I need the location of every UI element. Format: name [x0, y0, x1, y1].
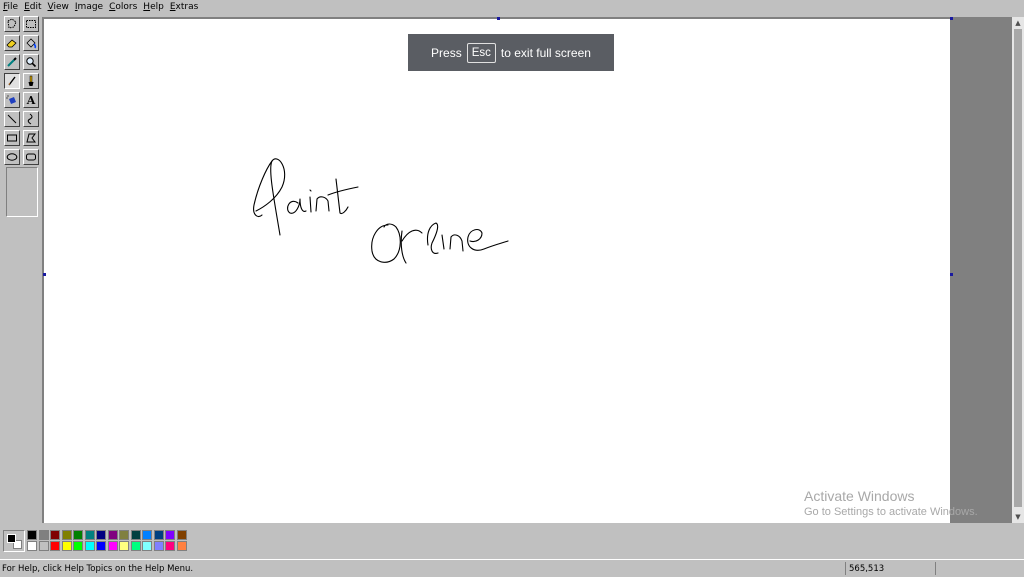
menu-help[interactable]: Help	[140, 0, 167, 15]
tool-polygon[interactable]	[23, 130, 39, 146]
color-swatch[interactable]	[84, 530, 95, 540]
color-swatch[interactable]	[130, 530, 141, 540]
color-swatch[interactable]	[176, 541, 187, 551]
status-help-text: For Help, click Help Topics on the Help …	[2, 564, 194, 574]
rounded-rectangle-icon	[26, 153, 36, 161]
rect-select-icon	[26, 20, 36, 28]
resize-handle-left[interactable]	[43, 273, 46, 276]
resize-handle-top-right[interactable]	[950, 17, 953, 20]
menu-file[interactable]: File	[0, 0, 21, 15]
tool-airbrush[interactable]	[4, 92, 20, 108]
color-swatch[interactable]	[73, 541, 83, 551]
foreground-color	[7, 534, 16, 543]
scroll-up-button[interactable]: ▲	[1012, 17, 1024, 29]
tool-curve[interactable]	[23, 111, 39, 127]
menu-extras[interactable]: Extras	[167, 0, 201, 15]
arrow-up-icon: ▲	[1015, 19, 1021, 27]
activate-windows-watermark: Activate Windows Go to Settings to activ…	[804, 487, 978, 520]
watermark-title: Activate Windows	[804, 488, 915, 504]
resize-handle-right[interactable]	[950, 273, 953, 276]
free-form-select-icon	[7, 18, 17, 29]
status-bar: For Help, click Help Topics on the Help …	[0, 559, 1024, 577]
tool-magnifier[interactable]	[23, 54, 39, 70]
menu-image[interactable]: Image	[72, 0, 106, 15]
color-palette-bar	[0, 525, 1024, 557]
text-icon: A	[26, 93, 36, 107]
color-swatch[interactable]	[38, 541, 49, 551]
tool-ellipse[interactable]	[4, 149, 20, 165]
curve-icon	[27, 113, 33, 125]
color-swatch[interactable]	[50, 541, 60, 551]
color-swatch[interactable]	[61, 541, 72, 551]
color-swatch[interactable]	[73, 530, 83, 540]
current-colors[interactable]	[3, 530, 25, 552]
color-swatch[interactable]	[165, 541, 175, 551]
color-swatch[interactable]	[96, 530, 106, 540]
fullscreen-notice: Press Esc to exit full screen	[408, 34, 614, 71]
color-swatch[interactable]	[84, 541, 95, 551]
line-icon	[7, 114, 17, 124]
color-swatch[interactable]	[50, 530, 60, 540]
color-swatch[interactable]	[153, 541, 164, 551]
tool-brush[interactable]	[23, 73, 39, 89]
color-swatch[interactable]	[142, 541, 152, 551]
color-swatch[interactable]	[27, 530, 37, 540]
tool-rectangle[interactable]	[4, 130, 20, 146]
tool-eraser[interactable]	[4, 35, 20, 51]
menu-bar: File Edit View Image Colors Help Extras	[0, 0, 1024, 15]
arrow-down-icon: ▼	[1015, 513, 1021, 521]
color-swatch[interactable]	[165, 530, 175, 540]
color-swatch[interactable]	[176, 530, 187, 540]
tool-text[interactable]: A	[23, 92, 39, 108]
airbrush-icon	[6, 95, 16, 104]
tool-rounded-rectangle[interactable]	[23, 149, 39, 165]
magnifier-icon	[26, 57, 37, 68]
cursor-coordinates: 565,513	[849, 564, 885, 574]
ellipse-icon	[6, 153, 18, 161]
color-swatch[interactable]	[27, 541, 37, 551]
scroll-thumb[interactable]	[1014, 29, 1022, 507]
color-swatch[interactable]	[96, 541, 106, 551]
color-swatch[interactable]	[38, 530, 49, 540]
fill-bucket-icon	[26, 38, 37, 49]
vertical-scrollbar[interactable]: ▲ ▼	[1012, 17, 1024, 523]
esc-key-badge: Esc	[466, 42, 496, 63]
color-swatch[interactable]	[107, 541, 118, 551]
tool-fill[interactable]	[23, 35, 39, 51]
drawing-strokes	[253, 158, 509, 264]
color-swatch[interactable]	[107, 530, 118, 540]
tool-pencil[interactable]	[4, 73, 20, 89]
menu-edit[interactable]: Edit	[21, 0, 44, 15]
color-swatch[interactable]	[119, 541, 129, 551]
status-separator	[845, 562, 846, 575]
scroll-down-button[interactable]: ▼	[1012, 511, 1024, 523]
polygon-icon	[26, 133, 36, 143]
status-separator	[935, 562, 936, 575]
rectangle-icon	[7, 134, 17, 142]
brush-icon	[28, 75, 34, 86]
tool-options-panel[interactable]	[6, 167, 38, 217]
color-picker-icon	[7, 57, 17, 67]
toolbox: A	[2, 15, 40, 165]
color-swatch[interactable]	[153, 530, 164, 540]
pencil-icon	[8, 76, 16, 86]
tool-free-form-select[interactable]	[4, 16, 20, 32]
fullscreen-press-text: Press	[431, 45, 462, 60]
tool-line[interactable]	[4, 111, 20, 127]
drawing-canvas[interactable]	[44, 19, 950, 523]
fullscreen-exit-text: to exit full screen	[500, 45, 591, 60]
watermark-subtitle: Go to Settings to activate Windows.	[804, 506, 978, 518]
color-swatch[interactable]	[130, 541, 141, 551]
menu-colors[interactable]: Colors	[106, 0, 140, 15]
color-swatch[interactable]	[119, 530, 129, 540]
eraser-icon	[6, 39, 17, 48]
resize-handle-top[interactable]	[497, 17, 500, 20]
menu-view[interactable]: View	[45, 0, 72, 15]
tool-pick-color[interactable]	[4, 54, 20, 70]
color-swatch[interactable]	[61, 530, 72, 540]
tool-rect-select[interactable]	[23, 16, 39, 32]
canvas-workspace	[42, 17, 1012, 523]
color-swatch[interactable]	[142, 530, 152, 540]
